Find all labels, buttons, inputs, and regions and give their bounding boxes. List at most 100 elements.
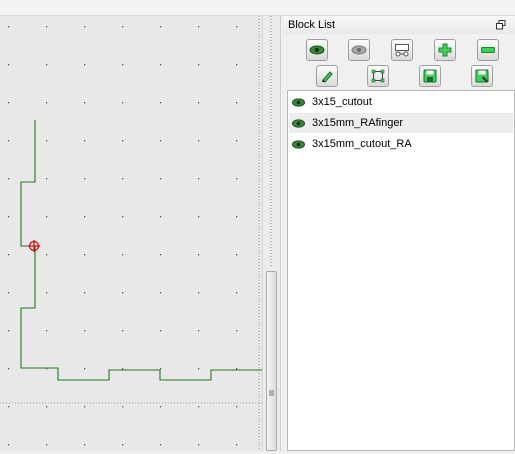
save-as-icon [475, 69, 489, 83]
grid-dot [84, 64, 86, 66]
plus-icon [438, 43, 452, 57]
list-item[interactable]: 3x15_cutout [289, 92, 513, 112]
dock-title: Block List [288, 19, 336, 31]
grid-dot [122, 406, 124, 408]
eye-hidden-icon [351, 45, 367, 55]
grid-dot [236, 292, 238, 294]
save-icon [423, 69, 437, 83]
dock-separator[interactable] [280, 16, 281, 451]
grid-dot [160, 102, 162, 104]
grid-dot [84, 26, 86, 28]
grid-dot [198, 216, 200, 218]
grid-dot [8, 368, 10, 370]
grid-dot [8, 406, 10, 408]
show-all-blocks-button[interactable] [306, 39, 328, 61]
dock-title-bar[interactable]: Block List [283, 16, 515, 34]
grid-dot [84, 254, 86, 256]
grid-dot [122, 330, 124, 332]
insert-block-icon [371, 69, 385, 83]
grid-dot [198, 330, 200, 332]
grid-dot [198, 444, 200, 446]
grid-dot [198, 64, 200, 66]
grid-dot [236, 140, 238, 142]
list-item[interactable]: 3x15mm_RAfinger [289, 113, 513, 133]
grid-dot [122, 102, 124, 104]
eye-icon[interactable] [292, 118, 306, 128]
grid-dot [236, 254, 238, 256]
scrollbar-thumb[interactable] [266, 271, 277, 451]
eye-icon[interactable] [292, 139, 306, 149]
grid-dot [8, 292, 10, 294]
grid-dot [160, 292, 162, 294]
grid-dot [198, 406, 200, 408]
grid-dot [84, 368, 86, 370]
grid-dots [8, 26, 238, 446]
grid-dot [160, 254, 162, 256]
grid-dot [46, 102, 48, 104]
grid-dot [46, 292, 48, 294]
grid-dot [8, 216, 10, 218]
remove-block-button[interactable] [477, 39, 499, 61]
grid-dot [46, 178, 48, 180]
dock-float-icon[interactable] [496, 16, 506, 37]
block-list-dock: Block List 3x15_cutout 3x15mm_RAfinger 3… [283, 16, 515, 451]
grid-dot [8, 64, 10, 66]
list-item[interactable]: 3x15mm_cutout_RA [289, 134, 513, 154]
grid-dot [236, 64, 238, 66]
grid-dot [236, 368, 238, 370]
grid-dot [84, 102, 86, 104]
grid-dot [160, 368, 162, 370]
grid-dot [198, 178, 200, 180]
insert-block-button[interactable] [367, 65, 389, 87]
grid-dot [84, 140, 86, 142]
add-block-button[interactable] [434, 39, 456, 61]
grid-dot [46, 330, 48, 332]
eye-icon[interactable] [292, 97, 306, 107]
drawing-canvas[interactable] [0, 16, 262, 451]
grid-dot [160, 140, 162, 142]
grid-dot [236, 330, 238, 332]
canvas-vertical-scrollbar[interactable] [262, 16, 281, 451]
grid-dot [122, 64, 124, 66]
scroll-grip-icon [269, 390, 274, 396]
grid-dot [8, 178, 10, 180]
grid-dot [160, 26, 162, 28]
block-toolbar [283, 36, 515, 88]
pencil-icon [322, 71, 333, 83]
block-label: 3x15_cutout [312, 96, 372, 108]
grid-dot [160, 216, 162, 218]
eye-icon [309, 45, 325, 55]
edit-block-button[interactable] [316, 65, 338, 87]
block-create-icon [395, 44, 409, 57]
create-block-button[interactable] [391, 39, 413, 61]
save-block-button[interactable] [419, 65, 441, 87]
grid-dot [84, 292, 86, 294]
block-list[interactable]: 3x15_cutout 3x15mm_RAfinger 3x15mm_cutou… [287, 90, 515, 451]
grid-dot [122, 178, 124, 180]
block-label: 3x15mm_cutout_RA [312, 138, 412, 150]
grid-dot [46, 64, 48, 66]
grid-dot [160, 444, 162, 446]
crosshair-target-icon[interactable] [28, 240, 40, 252]
hide-all-blocks-button[interactable] [348, 39, 370, 61]
grid-dot [8, 254, 10, 256]
grid-dot [8, 444, 10, 446]
grid-dot [198, 140, 200, 142]
grid-dot [46, 216, 48, 218]
grid-dot [122, 368, 124, 370]
grid-dot [236, 26, 238, 28]
grid-dot [46, 444, 48, 446]
save-block-as-button[interactable] [471, 65, 493, 87]
grid-dot [236, 102, 238, 104]
grid-dot [236, 216, 238, 218]
grid-dot [198, 102, 200, 104]
grid-dot [8, 26, 10, 28]
grid-dot [198, 254, 200, 256]
drawing-svg[interactable] [0, 16, 262, 451]
block-outline-polyline[interactable] [20, 120, 262, 381]
grid-dot [46, 254, 48, 256]
grid-dot [122, 216, 124, 218]
grid-dot [198, 26, 200, 28]
grid-dot [160, 406, 162, 408]
grid-dot [122, 254, 124, 256]
